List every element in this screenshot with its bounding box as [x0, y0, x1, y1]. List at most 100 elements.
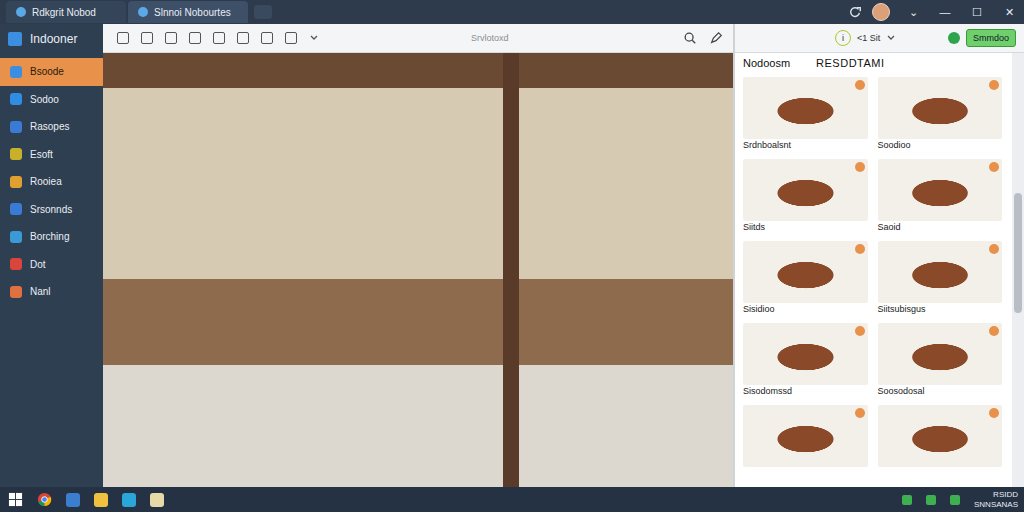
user-avatar-icon[interactable] [872, 3, 890, 21]
shape-icon[interactable] [261, 32, 273, 44]
sidebar-item[interactable]: Rasopes [0, 113, 103, 141]
sidebar-item[interactable]: Sodoo [0, 86, 103, 114]
window-control-button[interactable]: ☐ [962, 6, 992, 19]
dish-photo [878, 323, 1003, 385]
tab-favicon-icon [16, 7, 26, 17]
dish-card[interactable]: Siitds [743, 159, 868, 235]
dish-photo [878, 159, 1003, 221]
dish-photo [743, 323, 868, 385]
dish-card[interactable]: Soosodosal [878, 323, 1003, 399]
window-control-button[interactable]: — [930, 6, 960, 18]
title-bar: Rdkgrit Nobod Slnnoi Nobourtes ⌄—☐✕ [0, 0, 1024, 24]
dish-caption: Srdnboalsnt [743, 139, 868, 153]
sidebar-item[interactable]: Nanl [0, 278, 103, 306]
tab-label: Slnnoi Nobourtes [154, 7, 231, 18]
sidebar-item[interactable]: Dot [0, 251, 103, 279]
menu-panel: i <1 Sit Smmdoo Nodoosm RESDDTAMI Srdnboalsnt… [733, 24, 1024, 487]
search-icon[interactable] [683, 31, 697, 45]
sidebar-item-icon [10, 121, 22, 133]
square-icon[interactable] [189, 32, 201, 44]
dish-card[interactable]: Sisidioo [743, 241, 868, 317]
badge-icon [989, 244, 999, 254]
new-tab-button[interactable] [254, 5, 272, 19]
sidebar-item[interactable]: Rooiea [0, 168, 103, 196]
panel-title-text: Nodoosm [743, 57, 790, 73]
panel-subtitle: RESDDTAMI [816, 57, 884, 73]
screen: Rdkgrit NobodSlnnoi Nobourtes⌄—☐✕Indoone… [0, 0, 1024, 512]
dish-card[interactable]: Soodioo [878, 77, 1003, 153]
pen-icon[interactable] [709, 31, 723, 45]
sidebar-item-icon [10, 286, 22, 298]
badge-icon [855, 244, 865, 254]
panel-icon[interactable] [213, 32, 225, 44]
sidebar-item-icon [10, 93, 22, 105]
refresh-icon[interactable] [848, 5, 862, 19]
clock-date: SNNSANAS [974, 500, 1018, 510]
sidebar-toggle-icon[interactable] [117, 32, 129, 44]
dish-caption: Soodioo [878, 139, 1003, 153]
info-badge[interactable]: i [835, 30, 851, 46]
tab-favicon-icon [138, 7, 148, 17]
sidebar: IndoonerBsoodeSodooRasopesEsoftRooieaSrs… [0, 24, 103, 487]
dish-card[interactable]: Sisodomssd [743, 323, 868, 399]
sidebar-item-label: Sodoo [30, 94, 59, 105]
panel-title: Nodoosm RESDDTAMI [743, 57, 1002, 73]
windows-start-icon[interactable] [8, 492, 23, 507]
sidebar-item-label: Dot [30, 259, 46, 270]
sidebar-item-icon [10, 203, 22, 215]
window-control-button[interactable]: ✕ [994, 6, 1024, 19]
toolbar: Srvlotoxd [103, 24, 733, 53]
dish-caption: Sisodomssd [743, 385, 868, 399]
clock-time: RSIDD [993, 490, 1018, 500]
browser-tab[interactable]: Slnnoi Nobourtes [128, 1, 248, 23]
window-control-button[interactable]: ⌄ [898, 6, 928, 19]
battery-icon[interactable] [950, 495, 960, 505]
scrollbar[interactable] [1012, 53, 1024, 487]
sidebar-item-icon [10, 231, 22, 243]
dish-photo [743, 159, 868, 221]
sidebar-item[interactable]: Bsoode [0, 58, 103, 86]
badge-icon [855, 408, 865, 418]
circle-icon[interactable] [165, 32, 177, 44]
sidebar-item[interactable]: Srsonnds [0, 196, 103, 224]
restaurant-photo [103, 53, 733, 487]
sidebar-item-label: Borching [30, 231, 69, 242]
list-icon[interactable] [141, 32, 153, 44]
dish-card[interactable] [878, 405, 1003, 467]
panel-header: i <1 Sit Smmdoo [735, 24, 1024, 53]
folder-icon[interactable] [94, 493, 108, 507]
bookmark-icon[interactable] [285, 32, 297, 44]
volume-icon[interactable] [926, 495, 936, 505]
calendar-app-icon[interactable] [66, 493, 80, 507]
chevron-down-icon[interactable] [886, 33, 896, 43]
dish-photo [743, 241, 868, 303]
chrome-icon[interactable] [37, 492, 52, 507]
dish-caption: Siitsubisgus [878, 303, 1003, 317]
chevron-down-icon[interactable] [309, 33, 319, 43]
menu-list: Nodoosm RESDDTAMI Srdnboalsnt Soodioo Siitds… [735, 53, 1012, 487]
dish-caption: Saoid [878, 221, 1003, 235]
clock[interactable]: RSIDDSNNSANAS [974, 490, 1018, 510]
scrollbar-thumb[interactable] [1014, 193, 1022, 313]
sidebar-item-icon [10, 148, 22, 160]
dish-card[interactable]: Srdnboalsnt [743, 77, 868, 153]
sidebar-item-label: Srsonnds [30, 204, 72, 215]
sidebar-item[interactable]: Borching [0, 223, 103, 251]
dish-card[interactable] [743, 405, 868, 467]
dish-caption: Soosodosal [878, 385, 1003, 399]
dish-card[interactable]: Saoid [878, 159, 1003, 235]
edge-icon[interactable] [122, 493, 136, 507]
dish-caption: Siitds [743, 221, 868, 235]
toolbar-search-field[interactable]: Srvlotoxd [471, 33, 509, 43]
primary-button[interactable]: Smmdoo [966, 29, 1016, 47]
photos-app-icon[interactable] [150, 493, 164, 507]
filter-dropdown[interactable]: <1 Sit [857, 33, 880, 43]
sidebar-item-label: Nanl [30, 286, 51, 297]
wifi-icon[interactable] [902, 495, 912, 505]
content-area: Srvlotoxd [103, 24, 733, 487]
sidebar-item[interactable]: Esoft [0, 141, 103, 169]
dish-caption: Sisidioo [743, 303, 868, 317]
browser-tab[interactable]: Rdkgrit Nobod [6, 1, 126, 23]
home-icon[interactable] [237, 32, 249, 44]
dish-card[interactable]: Siitsubisgus [878, 241, 1003, 317]
